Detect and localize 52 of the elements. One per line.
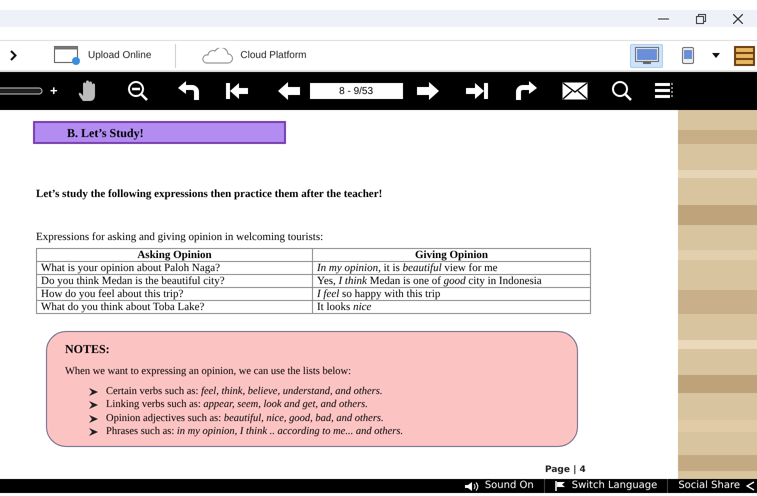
previous-page-icon[interactable] [278,82,300,100]
notes-title: NOTES: [65,341,111,358]
forward-arrow-icon[interactable] [514,81,537,101]
desktop-view-button[interactable] [630,44,663,68]
language-button[interactable]: Switch Language [554,480,658,492]
table-cell: What is your opinion about Paloh Naga? [36,262,312,274]
close-icon[interactable] [733,14,743,24]
chevron-icon[interactable] [10,50,17,61]
column-header: Asking Opinion [36,248,312,262]
dropdown-caret-icon[interactable] [712,53,720,58]
share-icon [746,481,755,491]
table-cell: I feel so happy with this trip [312,288,590,300]
section-heading: B. Let’s Study! [33,121,286,144]
zoom-slider-track[interactable] [0,87,44,95]
flag-icon [554,481,566,491]
cloud-platform-button[interactable]: Cloud Platform [198,48,309,64]
tablet-icon [682,47,694,64]
note-item: Phrases such as: in my opinion, I think .. according to me... and others. [106,425,404,439]
cloud-icon [200,48,234,64]
first-page-icon[interactable] [226,82,248,100]
table-cell: How do you feel about this trip? [36,288,312,300]
mail-icon[interactable] [562,82,588,100]
column-header: Giving Opinion [312,248,590,262]
last-page-icon[interactable] [466,82,488,100]
note-item: Certain verbs such as: feel, think, believe, understand, and others. [106,384,382,398]
menu-icon[interactable] [654,82,675,100]
notes-intro: When we want to expressing an opinion, we can use the lists below: [65,365,352,379]
restore-icon[interactable] [696,14,706,24]
instruction-text: Let’s study the following expressions then practice them after the teacher! [35,187,384,202]
monitor-icon [634,47,658,64]
table-cell: Yes, I think Medan is one of good city in Indonesia [312,274,590,288]
upload-window-icon [54,46,81,65]
note-item: Linking verbs such as: appear, seem, look and get, and others. [106,398,368,412]
share-button[interactable]: Social Share [678,480,755,492]
zoom-in-button[interactable]: + [50,81,58,101]
speaker-icon [464,482,479,490]
back-arrow-icon[interactable] [178,81,200,101]
upload-online-button[interactable]: Upload Online [52,46,154,65]
zoom-out-icon[interactable] [126,80,149,102]
sound-button[interactable]: Sound On [464,480,534,492]
page-number: Page | 4 [545,464,586,477]
table-cell: It looks nice [312,300,590,314]
bookshelf-icon[interactable] [734,46,755,66]
next-page-icon[interactable] [416,82,439,100]
page-number-field[interactable]: 8 - 9/53 [310,83,403,99]
table-cell: Do you think Medan is the beautiful city? [36,274,312,288]
search-icon[interactable] [610,80,633,102]
minimize-icon[interactable] [658,18,669,20]
note-item: Opinion adjectives such as: beautiful, nice, good, bad, and others. [106,412,384,426]
table-cell: What do you think about Toba Lake? [36,300,312,314]
intro-text: Expressions for asking and giving opinion in welcoming tourists: [35,230,324,244]
table-cell: In my opinion, it is beautiful view for me [312,262,590,274]
